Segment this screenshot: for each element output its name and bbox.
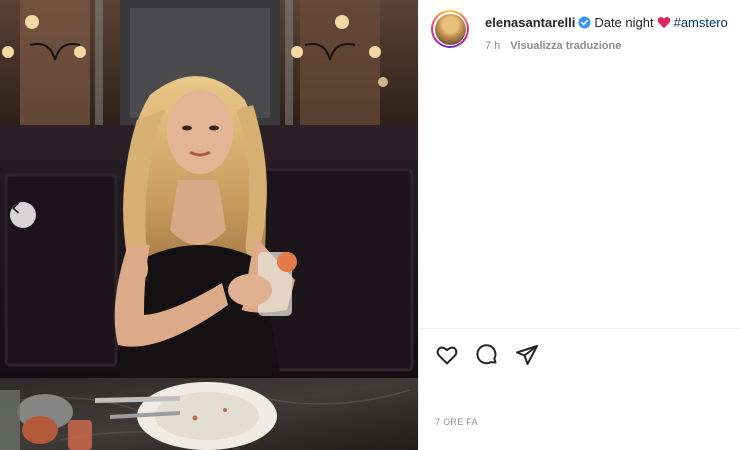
caption: elenasantarelli Date night #amstero xyxy=(485,14,740,31)
post-details-panel: elenasantarelli Date night #amstero 7 h V… xyxy=(418,0,740,450)
post-timestamp: 7 ORE FA xyxy=(435,417,478,427)
post-photo xyxy=(0,0,418,450)
avatar[interactable] xyxy=(431,10,469,48)
comment-icon[interactable] xyxy=(475,343,499,367)
username-link[interactable]: elenasantarelli xyxy=(485,15,575,30)
chevron-left-icon xyxy=(12,202,19,214)
heart-icon[interactable] xyxy=(435,343,459,367)
divider xyxy=(419,328,740,329)
avatar-photo xyxy=(434,13,466,45)
paper-plane-icon[interactable] xyxy=(515,343,539,367)
photo-illustration xyxy=(0,0,418,450)
previous-image-button[interactable] xyxy=(10,202,36,228)
hashtag-link[interactable]: #amstero xyxy=(674,15,728,30)
time-ago: 7 h xyxy=(485,40,501,52)
verified-badge-icon xyxy=(578,16,591,29)
caption-text: Date night xyxy=(594,15,654,30)
translate-link[interactable]: Visualizza traduzione xyxy=(510,40,621,52)
action-bar xyxy=(435,343,539,367)
post-meta: 7 h Visualizza traduzione xyxy=(485,40,621,52)
red-heart-icon xyxy=(657,17,670,29)
